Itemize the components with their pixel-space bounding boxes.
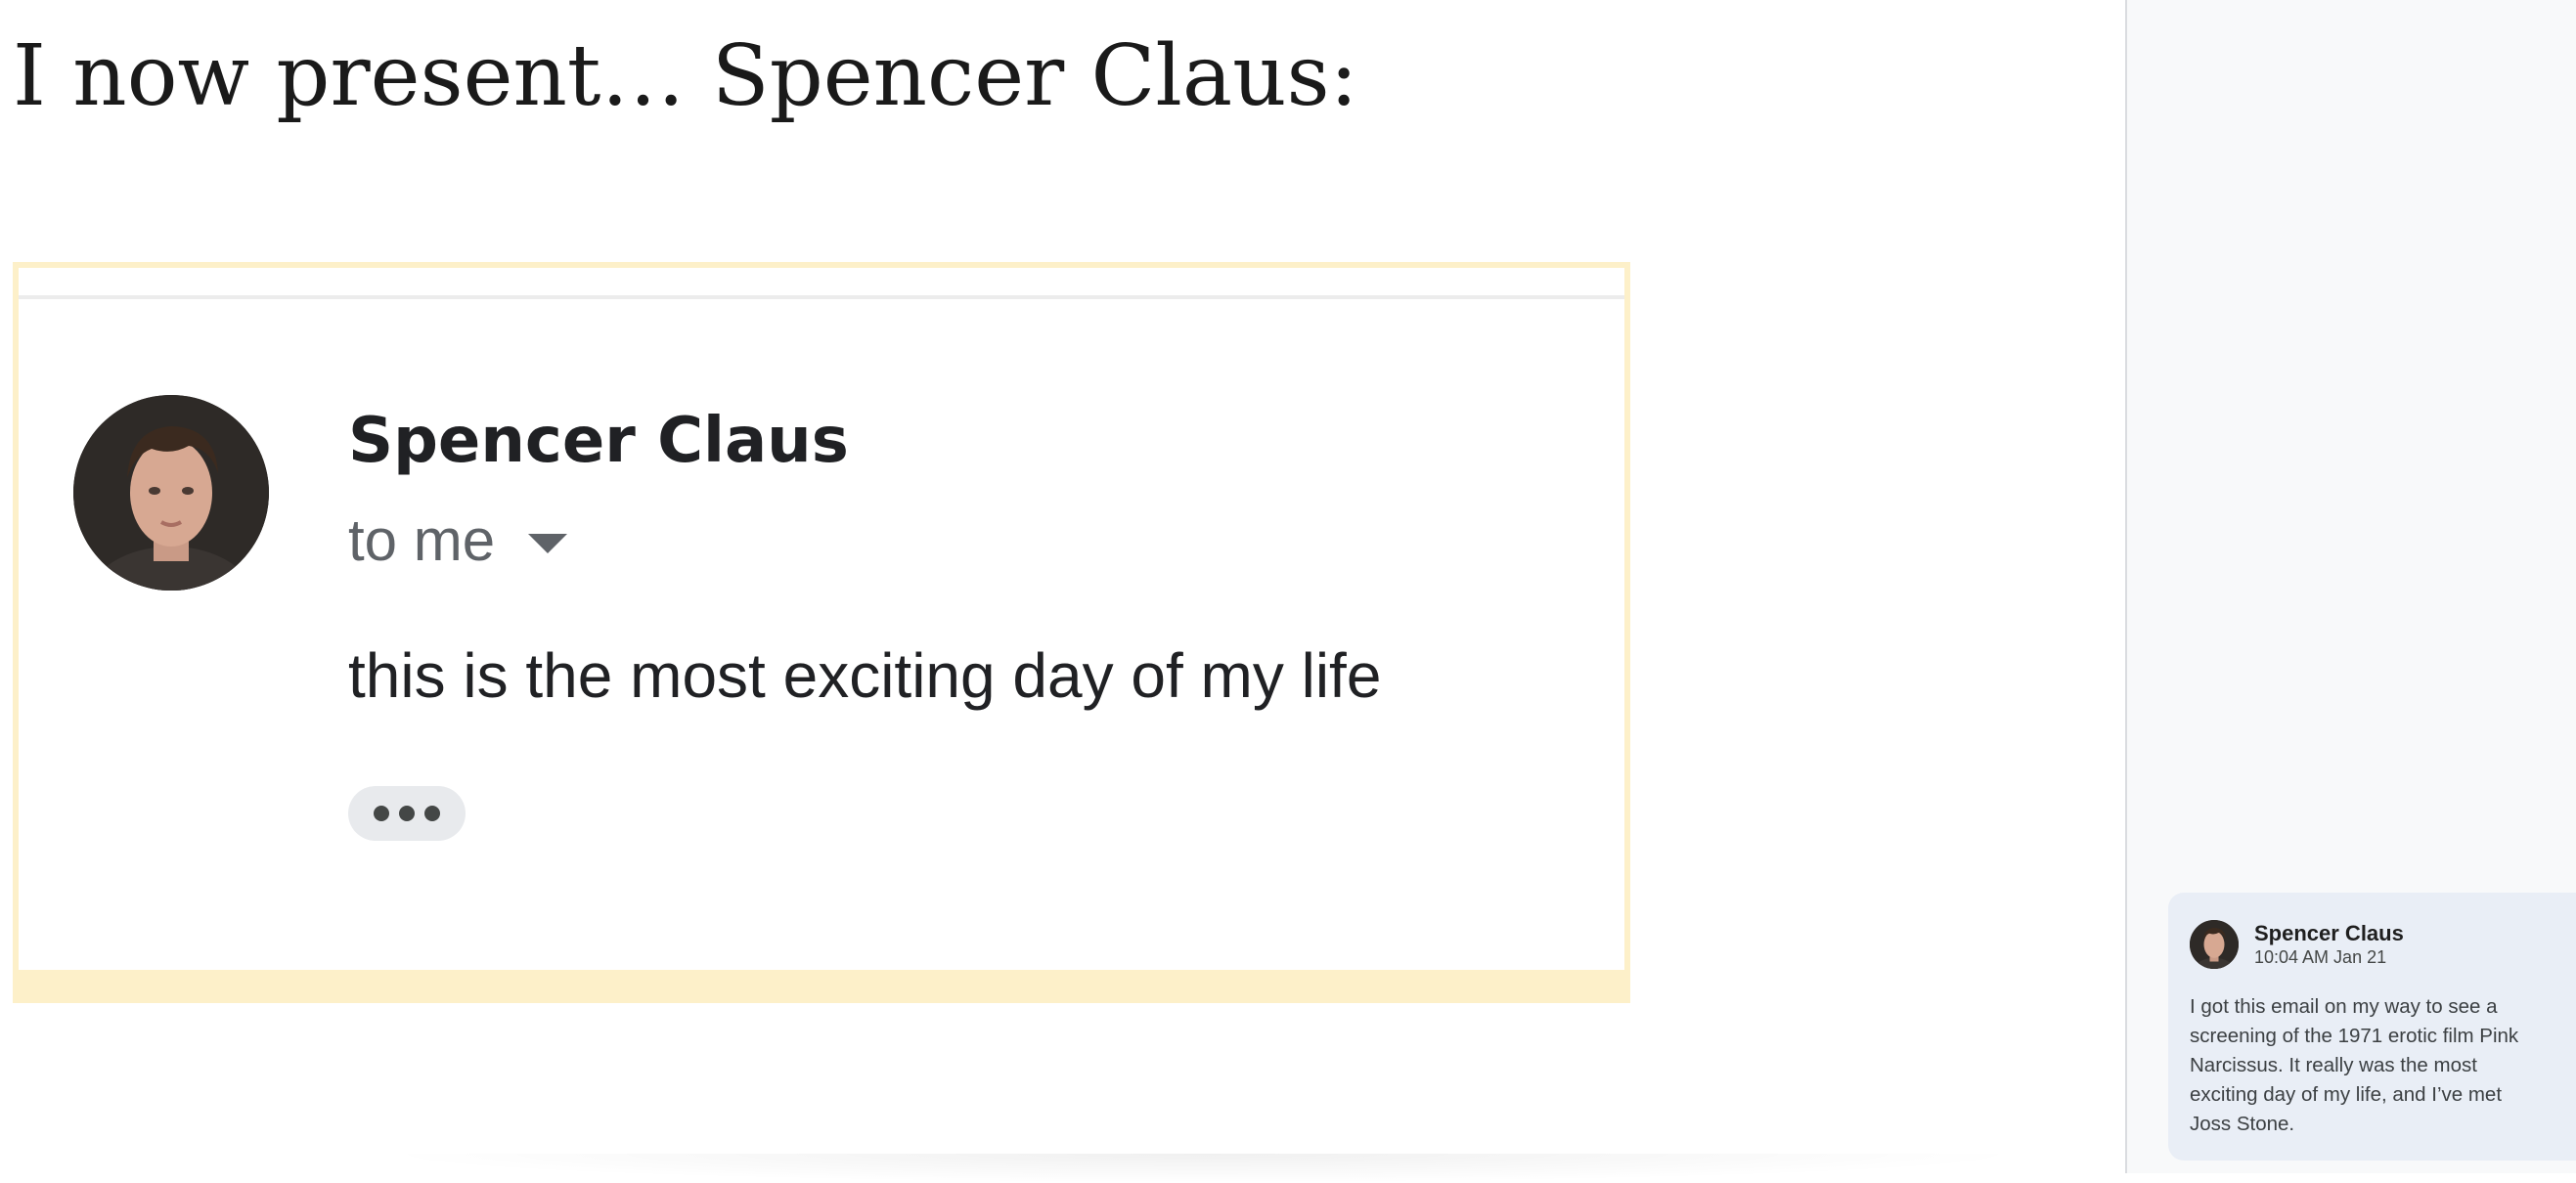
caret-down-icon — [528, 533, 568, 553]
comment-meta: Spencer Claus 10:04 AM Jan 21 — [2254, 921, 2404, 968]
comment-thread[interactable]: Spencer Claus 10:04 AM Jan 21 I got this… — [2168, 893, 2576, 1161]
sender-avatar — [73, 395, 269, 591]
person-portrait-icon — [2190, 920, 2239, 969]
ellipsis-icon — [424, 806, 440, 821]
recipient-label: to me — [348, 507, 496, 573]
page-shadow — [372, 1154, 2034, 1183]
comment-timestamp: 10:04 AM Jan 21 — [2254, 947, 2387, 967]
comment-header: Spencer Claus 10:04 AM Jan 21 — [2190, 920, 2556, 969]
show-trimmed-content-button — [348, 786, 466, 841]
comment-author-avatar — [2190, 920, 2239, 969]
comment-author: Spencer Claus — [2254, 921, 2404, 945]
ellipsis-icon — [374, 806, 389, 821]
embedded-email-screenshot[interactable]: Spencer Claus to me this is the most exc… — [13, 262, 1630, 1003]
ellipsis-icon — [399, 806, 415, 821]
email-card: Spencer Claus to me this is the most exc… — [19, 268, 1624, 970]
comments-panel: Spencer Claus 10:04 AM Jan 21 I got this… — [2125, 0, 2576, 1173]
document-canvas: I now present… Spencer Claus: Spencer Cl… — [0, 0, 2125, 1183]
comment-text: I got this email on my way to see a scre… — [2190, 995, 2519, 1135]
document-heading: I now present… Spencer Claus: — [13, 27, 1358, 125]
divider — [19, 295, 1624, 299]
sender-name: Spencer Claus — [348, 405, 849, 477]
recipient-row: to me — [348, 506, 568, 574]
email-body: this is the most exciting day of my life — [348, 640, 1382, 711]
person-portrait-icon — [73, 395, 269, 591]
